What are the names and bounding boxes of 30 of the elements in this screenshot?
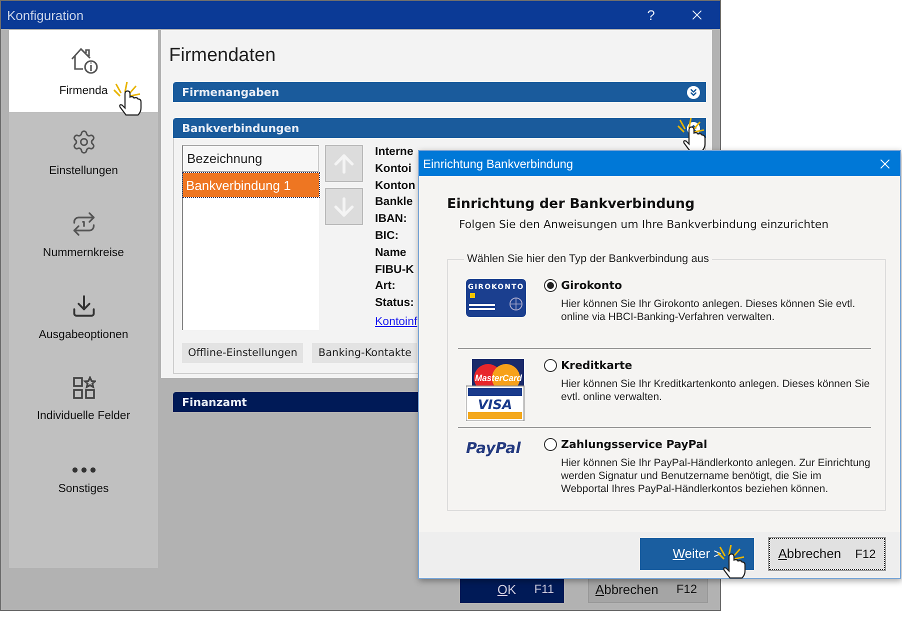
sidebar-label: Ausgabeoptionen bbox=[38, 329, 128, 341]
column-header: Bezeichnung bbox=[183, 146, 319, 172]
field-label: Interne bbox=[375, 145, 414, 160]
field-label: Art: bbox=[375, 279, 396, 294]
option-description: Hier können Sie Ihr Kreditkartenkonto anlegen. Dieses können Sie evtl. online verwalten. bbox=[561, 378, 871, 404]
section-title: Firmenangaben bbox=[182, 86, 280, 98]
sidebar-label: Nummernkreise bbox=[42, 247, 124, 259]
section-title: Finanzamt bbox=[182, 396, 247, 408]
field-label: Name bbox=[375, 246, 406, 261]
sidebar-label: Einstellungen bbox=[48, 165, 118, 177]
option-description: Hier können Sie Ihr Girokonto anlegen. Dieses können Sie evtl. online via HBCI-Banking-Verfahren verwalten. bbox=[561, 298, 856, 324]
dialog-heading: Einrichtung der Bankverbindung bbox=[447, 196, 696, 212]
paypal-logo: PayPal bbox=[465, 438, 527, 458]
option-description: Hier können Sie Ihr PayPal-Händlerkonto anlegen. Zur Einrichtung werden Signatur und Benutzername benötigt, die Sie im Webportal Ihres PayPal-Händlerkontos beziehen können. bbox=[561, 457, 871, 496]
group-label: Wählen Sie hier den Typ der Bankverbindung aus bbox=[466, 253, 710, 265]
sidebar-label: Firmenda bbox=[59, 85, 108, 97]
field-label: Kontoi bbox=[375, 162, 412, 177]
dialog-subtitle: Folgen Sie den Anweisungen um Ihre Bankverbindung einzurichten bbox=[459, 218, 830, 231]
window-title: Konfiguration bbox=[7, 8, 85, 22]
field-label: Konton bbox=[375, 178, 416, 194]
sidebar-label: Sonstiges bbox=[58, 483, 109, 495]
section-title: Bankverbindungen bbox=[182, 122, 300, 134]
dialog-title: Einrichtung Bankverbindung bbox=[423, 156, 574, 170]
field-label: Bankle bbox=[375, 195, 413, 210]
field-label: FIBU-K bbox=[375, 262, 414, 278]
field-label: IBAN: bbox=[375, 212, 407, 228]
field-label: BIC: bbox=[375, 228, 399, 244]
sidebar-label: Individuelle Felder bbox=[36, 410, 130, 422]
field-label: Status: bbox=[375, 296, 414, 312]
page-heading: Firmendaten bbox=[169, 44, 277, 68]
